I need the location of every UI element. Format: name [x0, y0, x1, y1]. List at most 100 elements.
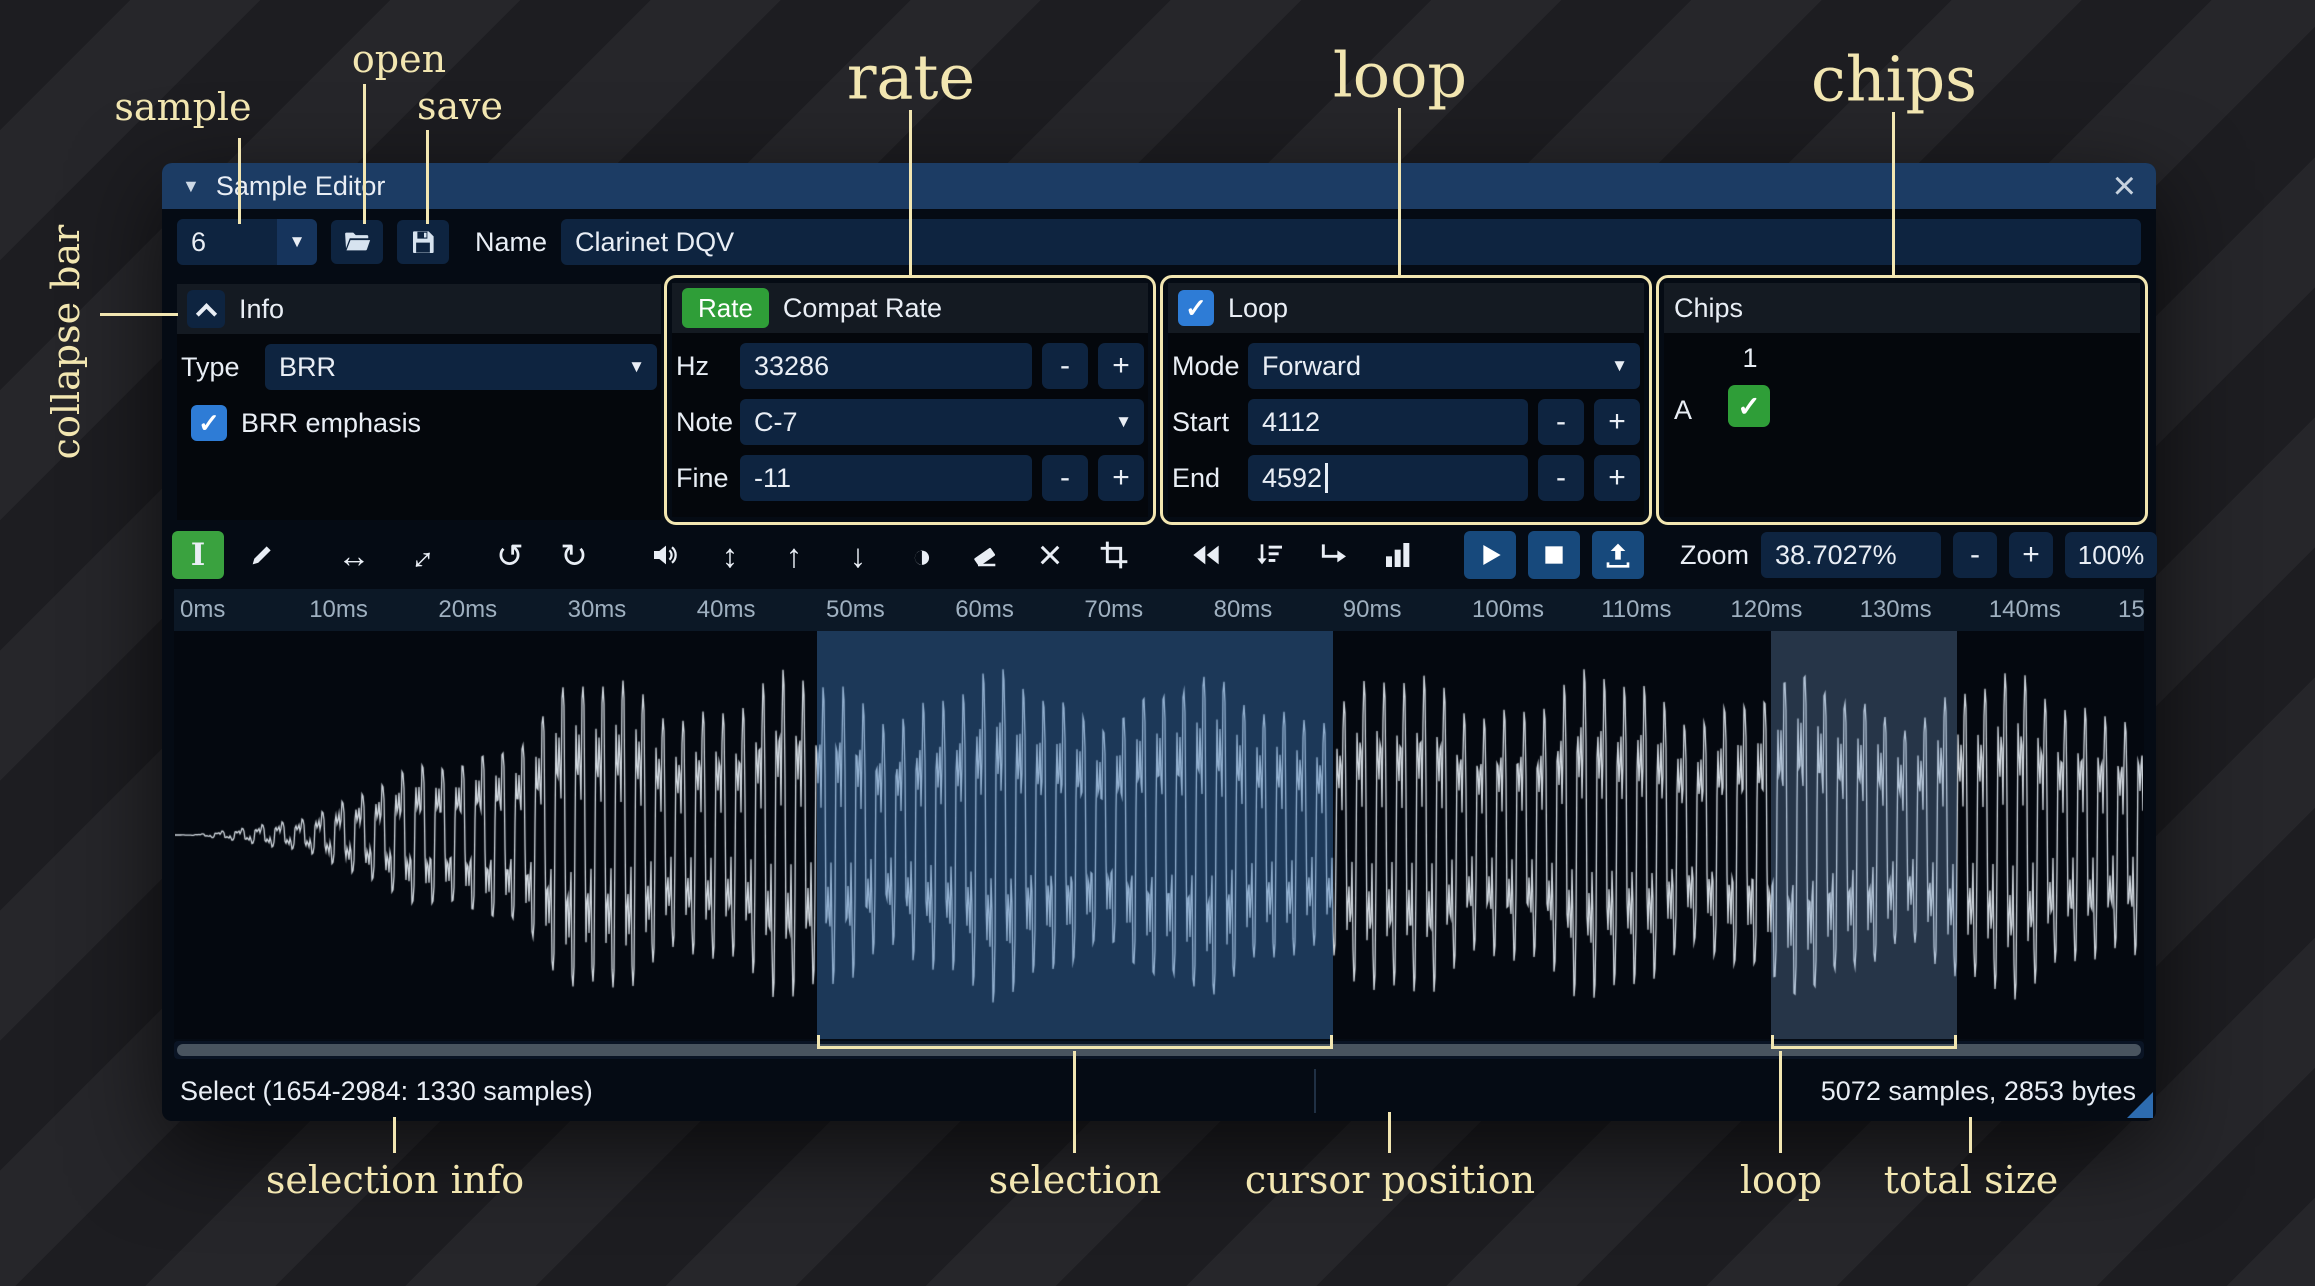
rate-panel-highlight: Rate Compat Rate Hz 33286 - + Note C-7 ▼…: [664, 275, 1156, 525]
status-selection-info: Select (1654-2984: 1330 samples): [180, 1075, 593, 1106]
sample-controls-row: 6 ▼ Name Clarinet DQV: [177, 219, 2141, 265]
annotation-line-open: [363, 84, 366, 224]
chips-panel-header: Chips: [1664, 283, 2140, 333]
zoom-reset-button[interactable]: 100%: [2065, 532, 2158, 578]
note-label: Note: [676, 406, 734, 437]
delete-icon[interactable]: ×: [1024, 531, 1076, 579]
ruler-label: 130ms: [1859, 596, 1932, 623]
compat-rate-label: Compat Rate: [782, 292, 942, 323]
name-input[interactable]: Clarinet DQV: [561, 219, 2141, 265]
chevron-down-icon: ▼: [628, 357, 645, 376]
note-select[interactable]: C-7 ▼: [740, 399, 1144, 445]
loop-start-increment-button[interactable]: +: [1594, 399, 1640, 445]
status-total-size: 5072 samples, 2853 bytes: [1820, 1075, 2136, 1106]
annotation-line-total-size: [1969, 1117, 1972, 1153]
fade-in-icon[interactable]: ↑: [768, 531, 820, 579]
sample-selector[interactable]: 6 ▼: [177, 219, 317, 265]
window-resize-grip[interactable]: [2127, 1092, 2153, 1118]
fine-value: -11: [754, 462, 792, 493]
text-caret: [1325, 463, 1329, 493]
close-icon[interactable]: ×: [2113, 166, 2136, 206]
selection-bracket: [816, 1035, 1333, 1049]
fine-increment-button[interactable]: +: [1098, 455, 1144, 501]
fine-input[interactable]: -11: [740, 455, 1032, 501]
loop-start-label: Start: [1172, 406, 1230, 437]
type-select[interactable]: BRR ▼: [265, 344, 657, 390]
ruler-label: 40ms: [696, 596, 756, 623]
fade-out-icon[interactable]: ↓: [832, 531, 884, 579]
save-button[interactable]: [397, 220, 449, 264]
info-panel-header: Info: [177, 284, 661, 334]
select-tool-icon[interactable]: I: [172, 531, 224, 579]
chip-number: 1: [1742, 343, 1758, 373]
chevron-down-icon[interactable]: ▼: [277, 219, 317, 265]
zoom-label: Zoom: [1680, 539, 1750, 570]
annotation-line-collapse-bar: [100, 313, 178, 316]
import-icon[interactable]: [1592, 531, 1644, 579]
fine-decrement-button[interactable]: -: [1042, 455, 1088, 501]
name-label: Name: [475, 226, 548, 257]
waveform-area: [174, 631, 2144, 1039]
loop-start-input[interactable]: 4112: [1248, 399, 1528, 445]
chip-enable-checkbox[interactable]: ✓: [1728, 385, 1770, 427]
hz-increment-button[interactable]: +: [1098, 343, 1144, 389]
resize-icon[interactable]: ↔: [328, 531, 380, 579]
loop-header-label: Loop: [1228, 292, 1289, 323]
info-header-label: Info: [239, 293, 285, 324]
hz-input[interactable]: 33286: [740, 343, 1032, 389]
zoom-in-button[interactable]: +: [2009, 532, 2054, 578]
normalize-icon[interactable]: ↕: [704, 531, 756, 579]
ruler-label: 0ms: [180, 596, 226, 623]
undo-icon[interactable]: ↺: [484, 531, 536, 579]
play-icon[interactable]: [1464, 531, 1516, 579]
hz-label: Hz: [676, 350, 709, 381]
loop-end-increment-button[interactable]: +: [1594, 455, 1640, 501]
invert-icon[interactable]: ◑: [896, 531, 948, 579]
annotation-line-rate: [909, 110, 912, 276]
status-bar: Select (1654-2984: 1330 samples) 5072 sa…: [162, 1061, 2156, 1121]
loop-panel-header: ✓ Loop: [1168, 283, 1644, 333]
collapse-info-button[interactable]: [187, 290, 225, 328]
zoom-input[interactable]: 38.7027%: [1761, 532, 1942, 578]
filter-icon[interactable]: [1244, 531, 1296, 579]
insert-icon[interactable]: [1308, 531, 1360, 579]
window-collapse-icon[interactable]: ▼: [182, 176, 200, 197]
annotation-line-chips: [1892, 112, 1895, 276]
brr-emphasis-checkbox[interactable]: ✓: [191, 405, 227, 441]
open-button[interactable]: [331, 220, 383, 264]
chips-panel: Chips 1 A ✓: [1664, 283, 2140, 517]
chips-body: 1 A ✓: [1664, 333, 2140, 517]
annotation-line-cursor-position: [1388, 1112, 1391, 1153]
window-title: Sample Editor: [215, 170, 386, 201]
reverse-icon[interactable]: [1180, 531, 1232, 579]
titlebar[interactable]: ▼ Sample Editor ×: [162, 163, 2156, 209]
preview-icon[interactable]: [640, 531, 692, 579]
loop-end-decrement-button[interactable]: -: [1538, 455, 1584, 501]
info-panel: Info Type BRR ▼ ✓ BRR emphasis: [177, 284, 661, 520]
chart-icon[interactable]: [1372, 531, 1424, 579]
loop-end-input[interactable]: 4592: [1248, 455, 1528, 501]
resize-time-icon[interactable]: ↔: [392, 530, 444, 579]
trim-icon[interactable]: [1088, 531, 1140, 579]
floppy-disk-icon: [413, 231, 434, 253]
ruler-label: 140ms: [1988, 596, 2061, 623]
loop-start-decrement-button[interactable]: -: [1538, 399, 1584, 445]
chevron-down-icon: ▼: [1611, 356, 1628, 375]
annotation-line-sample: [238, 138, 241, 224]
annotation-selection-info: selection info: [265, 1158, 525, 1202]
mode-label: Mode: [1172, 350, 1240, 381]
rate-button[interactable]: Rate: [682, 288, 769, 328]
hz-decrement-button[interactable]: -: [1042, 343, 1088, 389]
redo-icon[interactable]: ↻: [548, 531, 600, 579]
ruler-label: 150ms: [2118, 596, 2144, 623]
ruler-label: 110ms: [1601, 596, 1672, 623]
timeline-ruler[interactable]: 0ms 10ms 20ms 30ms 40ms 50ms 60ms 70ms 80ms 90ms 1…: [174, 589, 2144, 631]
eraser-icon[interactable]: [960, 531, 1012, 579]
zoom-out-button[interactable]: -: [1953, 532, 1998, 578]
loop-checkbox[interactable]: ✓: [1178, 290, 1214, 326]
draw-tool-icon[interactable]: [236, 531, 288, 579]
loop-mode-select[interactable]: Forward ▼: [1248, 343, 1640, 389]
note-value: C-7: [754, 406, 798, 437]
toolbar: I ↔ ↔ ↺ ↻ ↕ ↑ ↓ ◑ × Zoom 38.7027% - + 100%: [172, 527, 2158, 583]
stop-icon[interactable]: [1528, 531, 1580, 579]
